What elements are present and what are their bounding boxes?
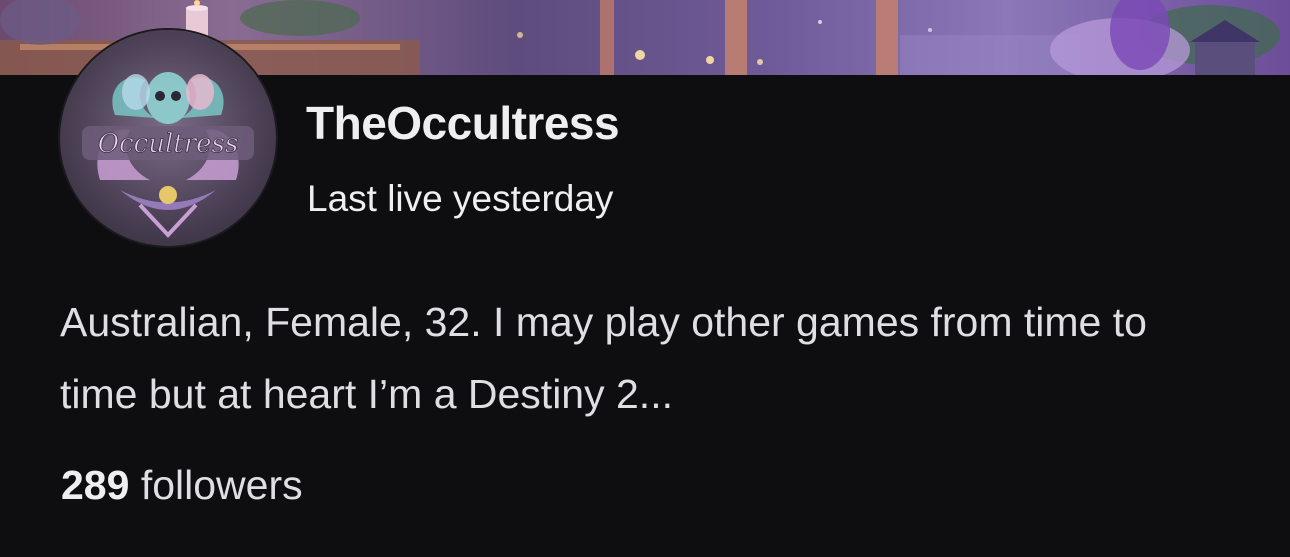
followers-count: 289 followers	[61, 462, 303, 509]
live-status: Last live yesterday	[307, 178, 614, 219]
channel-bio: Australian, Female, 32. I may play other…	[60, 299, 1147, 417]
avatar-logo-text: Occultress	[98, 129, 238, 159]
avatar[interactable]: Occultress	[60, 30, 276, 246]
followers-number: 289	[61, 462, 130, 508]
channel-name[interactable]: TheOccultress	[306, 96, 620, 150]
followers-label: followers	[140, 462, 303, 508]
occultress-logo-icon: Occultress	[82, 72, 254, 238]
